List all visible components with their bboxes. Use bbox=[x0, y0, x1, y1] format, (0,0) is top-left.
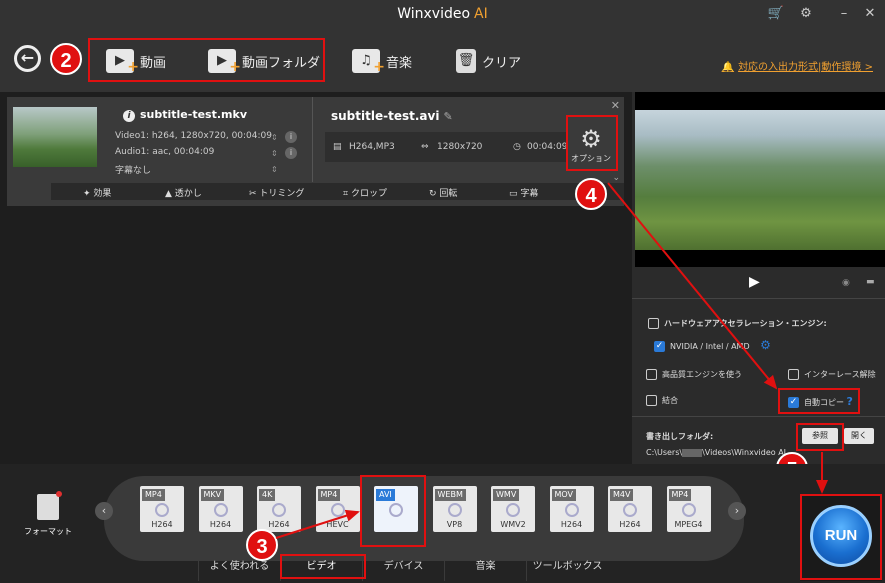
arrow-to-avi bbox=[275, 509, 360, 539]
annotation-arrows bbox=[275, 182, 828, 539]
arrow-to-auto-copy bbox=[607, 182, 778, 390]
